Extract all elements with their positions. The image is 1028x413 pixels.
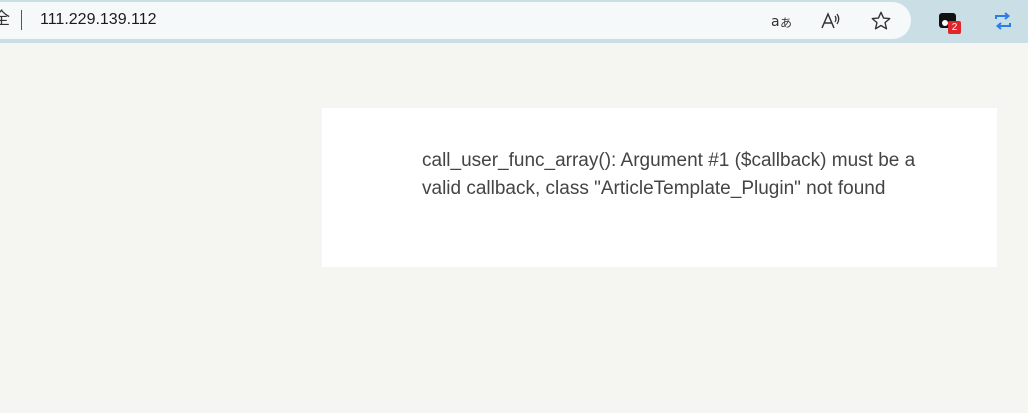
- sync-icon: [995, 12, 1011, 30]
- translate-icon: a あ: [771, 14, 792, 30]
- site-info-icon[interactable]: 全: [0, 9, 10, 29]
- error-message: call_user_func_array(): Argument #1 ($ca…: [422, 150, 916, 199]
- svg-text:あ: あ: [780, 16, 792, 30]
- star-icon: [871, 11, 891, 30]
- read-aloud-icon: [821, 12, 840, 29]
- translate-button[interactable]: a あ: [768, 7, 796, 35]
- favorite-button[interactable]: [867, 7, 895, 35]
- sync-button[interactable]: [989, 7, 1017, 35]
- extension-button[interactable]: 2: [934, 7, 962, 35]
- address-separator: [21, 10, 22, 30]
- error-card: call_user_func_array(): Argument #1 ($ca…: [322, 108, 997, 267]
- browser-toolbar: 全 111.229.139.112 a あ 2: [0, 0, 1028, 43]
- url-text[interactable]: 111.229.139.112: [40, 10, 157, 30]
- extension-badge: 2: [948, 21, 961, 34]
- read-aloud-button[interactable]: [817, 7, 845, 35]
- svg-text:a: a: [771, 14, 780, 30]
